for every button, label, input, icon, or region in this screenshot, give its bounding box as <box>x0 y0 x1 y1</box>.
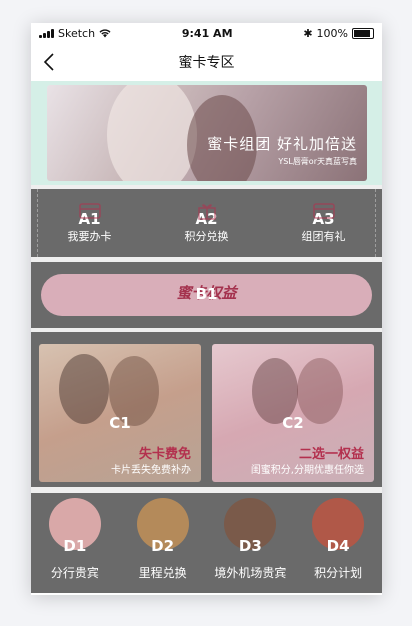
back-arrow-icon[interactable] <box>39 51 61 73</box>
gift-icon <box>197 204 216 220</box>
banner-text: 蜜卡组团 好礼加倍送 YSL唇膏or天真蓝写真 <box>207 133 357 167</box>
nav-bar: 蜜卡专区 <box>31 43 382 81</box>
benefit-card-lost-card[interactable]: C1 失卡费免 卡片丢失免费补办 <box>39 344 201 482</box>
card-subtitle: 闺蜜积分,分期优惠任你选 <box>250 465 364 476</box>
privilege-item-mileage[interactable]: D2 里程兑换 <box>119 493 207 593</box>
tag-label: C2 <box>282 414 304 432</box>
tag-label: D2 <box>151 537 175 555</box>
menu-item-label: 积分兑换 <box>184 230 229 243</box>
bluetooth-icon: ✱ <box>303 26 313 40</box>
menu-item-apply-card[interactable]: A1 我要办卡 <box>31 189 148 257</box>
group-card-icon <box>312 203 335 219</box>
privilege-label: 积分计划 <box>314 566 363 580</box>
banner-photo-figure <box>107 85 197 181</box>
section-b[interactable]: 蜜卡权益 B1 <box>31 262 382 328</box>
menu-item-label: 组团有礼 <box>301 230 346 243</box>
benefit-card-choose-one[interactable]: C2 二选一权益 闺蜜积分,分期优惠任你选 <box>212 344 374 482</box>
page-title: 蜜卡专区 <box>178 55 235 71</box>
privilege-item-airport-vip[interactable]: D3 境外机场贵宾 <box>207 493 295 593</box>
tag-label: B1 <box>195 285 218 303</box>
carrier-label: Sketch <box>58 26 96 40</box>
banner-subtitle: YSL唇膏or天真蓝写真 <box>278 157 357 166</box>
menu-item-points-exchange[interactable]: A2 积分兑换 <box>148 189 265 257</box>
section-c: C1 失卡费免 卡片丢失免费补办 C2 二选一权益 闺蜜积分,分期优惠任你选 <box>31 332 382 487</box>
clock: 9:41 AM <box>181 26 233 40</box>
status-bar: Sketch 9:41 AM ✱ 100% <box>31 23 382 43</box>
promo-banner[interactable]: 蜜卡组团 好礼加倍送 YSL唇膏or天真蓝写真 <box>47 85 367 181</box>
privilege-label: 境外机场贵宾 <box>214 566 287 580</box>
signal-icon <box>39 28 54 38</box>
battery-icon <box>351 27 374 39</box>
card-title: 失卡费免 <box>138 447 191 462</box>
battery-percent: 100% <box>316 26 348 40</box>
tag-label: D4 <box>326 537 350 555</box>
section-a: A1 我要办卡 A2 积分兑换 A3 组团有礼 <box>31 189 382 257</box>
privilege-item-points-plan[interactable]: D4 积分计划 <box>294 493 382 593</box>
card-icon <box>78 203 101 219</box>
menu-item-group-gift[interactable]: A3 组团有礼 <box>265 189 382 257</box>
banner-title: 蜜卡组团 好礼加倍送 <box>207 135 357 153</box>
menu-item-label: 我要办卡 <box>67 230 112 243</box>
tag-label: D1 <box>63 537 87 555</box>
section-d: D1 分行贵宾 D2 里程兑换 D3 境外机场贵宾 D4 积分计划 <box>31 493 382 593</box>
privilege-label: 分行贵宾 <box>50 566 99 580</box>
card-subtitle: 卡片丢失免费补办 <box>111 465 191 476</box>
tag-label: D3 <box>238 537 262 555</box>
privilege-item-branch-vip[interactable]: D1 分行贵宾 <box>31 493 119 593</box>
wifi-icon <box>99 28 111 37</box>
phone-screen: Sketch 9:41 AM ✱ 100% 蜜卡专区 蜜卡组团 好礼加倍送 YS… <box>31 23 382 595</box>
privilege-label: 里程兑换 <box>138 566 187 580</box>
banner-strip: 蜜卡组团 好礼加倍送 YSL唇膏or天真蓝写真 <box>31 81 382 185</box>
card-title: 二选一权益 <box>298 447 364 462</box>
tag-label: C1 <box>109 414 131 432</box>
